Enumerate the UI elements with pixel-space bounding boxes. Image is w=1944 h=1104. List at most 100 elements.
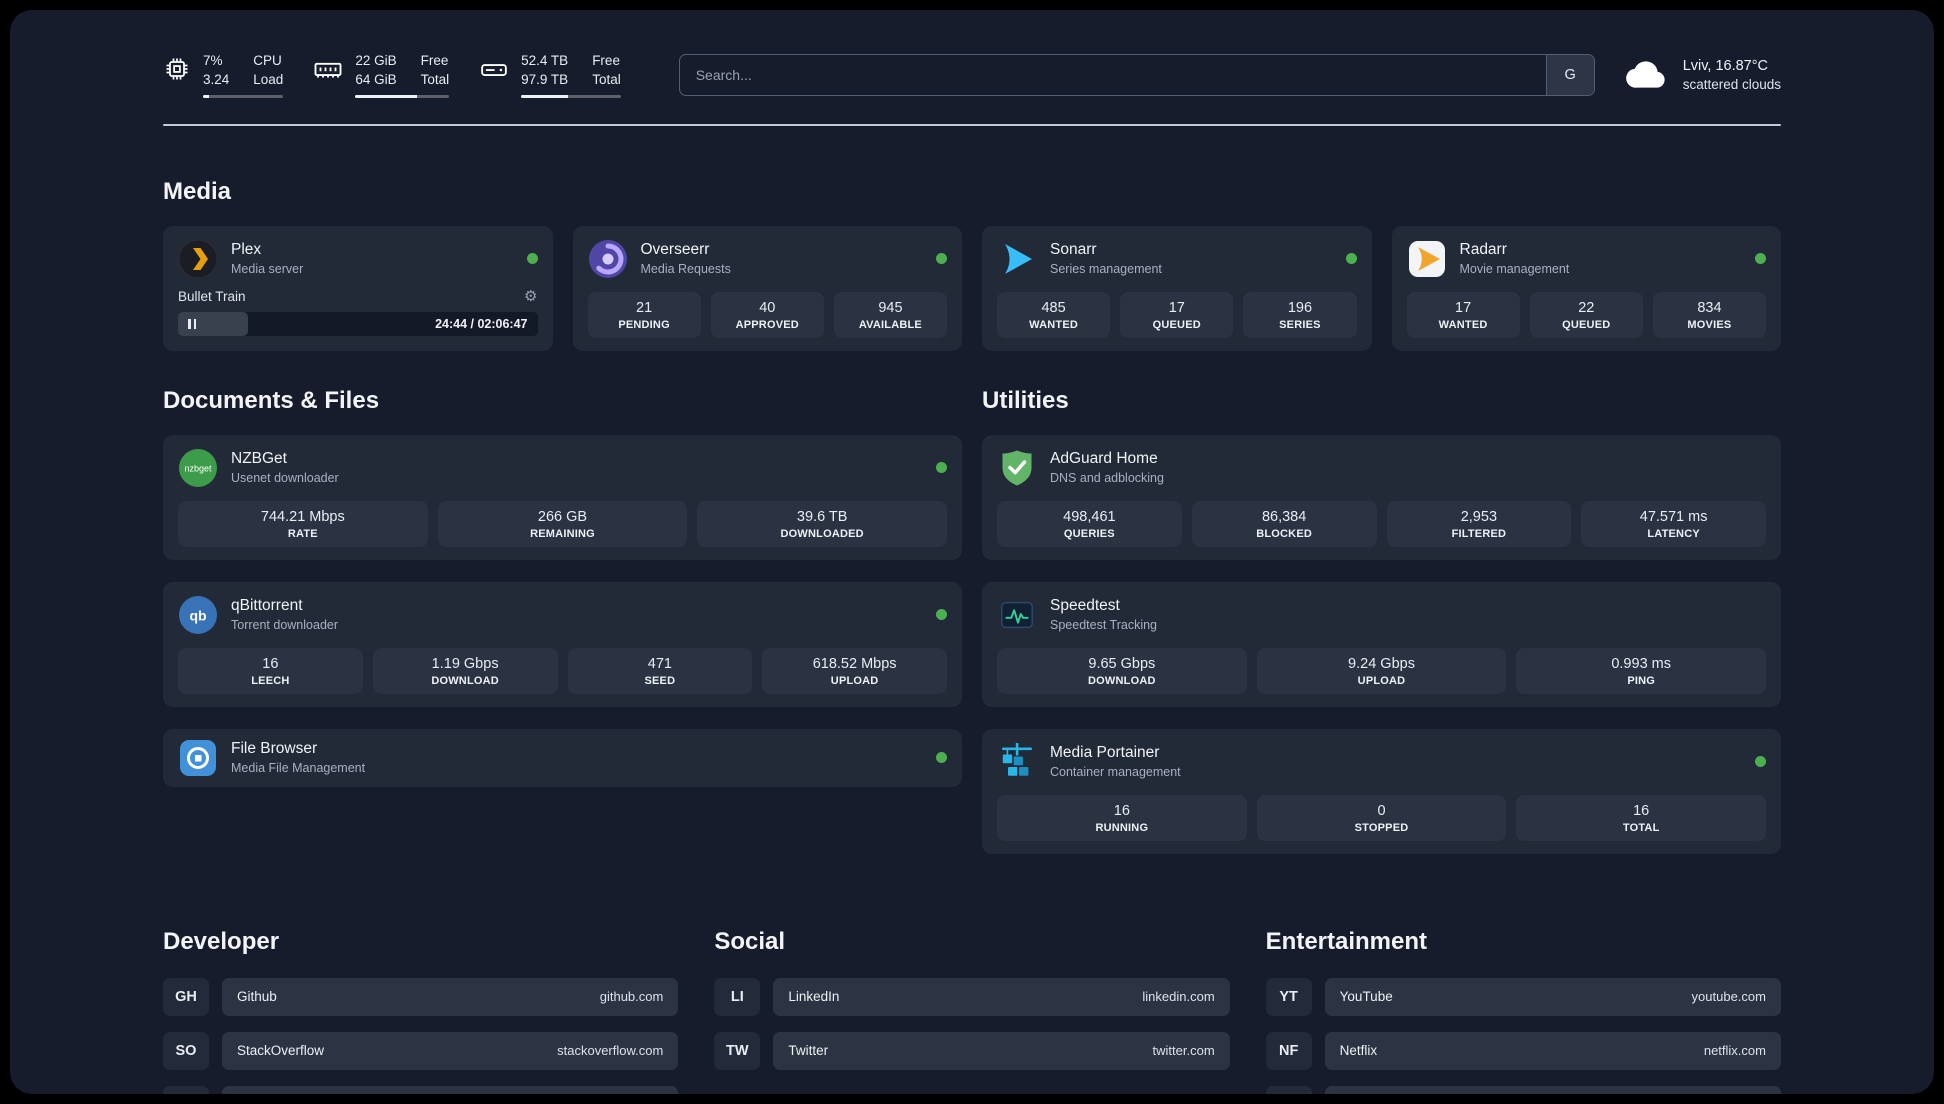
app-card-sonarr[interactable]: Sonarr Series management 485 WANTED 17 Q… xyxy=(982,225,1372,351)
app-name: Speedtest xyxy=(1050,597,1120,615)
storage-usage-bar xyxy=(521,94,621,98)
app-card-speedtest[interactable]: Speedtest Speedtest Tracking 9.65 Gbps D… xyxy=(982,581,1781,707)
middle-columns: Documents & Files nzbget NZBGet Usenet d… xyxy=(163,387,1781,854)
stats-row: 17 WANTED 22 QUEUED 834 MOVIES xyxy=(1406,291,1767,338)
stat-value: 21 xyxy=(636,299,653,316)
section-title-utilities: Utilities xyxy=(982,386,1069,414)
developer-links: Developer GH Github github.com SO StackO… xyxy=(163,928,679,1094)
stat-label: WANTED xyxy=(1029,318,1079,331)
plex-icon xyxy=(178,239,218,279)
link-github[interactable]: GH Github github.com xyxy=(163,977,679,1016)
app-name: File Browser xyxy=(231,740,318,758)
filebrowser-icon xyxy=(178,738,218,778)
cpu-widget: 7% 3.24 CPU Load xyxy=(163,52,284,98)
app-name: Overseerr xyxy=(640,241,710,259)
stat-label: DOWNLOADED xyxy=(780,527,864,540)
link-netflix[interactable]: NF Netflix netflix.com xyxy=(1265,1031,1781,1070)
stat-value: 1.19 Gbps xyxy=(431,655,499,672)
stat-value: 196 xyxy=(1287,299,1313,316)
app-card-qbittorrent[interactable]: qb qBittorrent Torrent downloader 16 LEE… xyxy=(163,581,962,707)
link-url: linkedin.com xyxy=(1142,989,1215,1005)
card-header: Overseerr Media Requests xyxy=(588,239,947,279)
stat-value: 266 GB xyxy=(537,508,588,525)
adguard-shield-icon xyxy=(997,448,1037,488)
memory-free-label: Free xyxy=(420,53,449,68)
app-description: Movie management xyxy=(1459,262,1570,277)
svg-text:nzbget: nzbget xyxy=(184,463,212,473)
card-header: Sonarr Series management xyxy=(997,239,1357,279)
cpu-stats: 7% 3.24 CPU Load xyxy=(203,52,284,98)
stat-value: 2,953 xyxy=(1460,508,1498,525)
stat-label: LEECH xyxy=(251,674,290,687)
link-dev[interactable]: DT DEV dev.to xyxy=(163,1085,679,1094)
cpu-load-label: Load xyxy=(253,71,284,87)
app-card-plex[interactable]: Plex Media server Bullet Train ⚙ 24:44 /… xyxy=(163,225,553,351)
linkedin-abbr-icon: LI xyxy=(714,977,761,1016)
app-card-portainer[interactable]: Media Portainer Container management 16 … xyxy=(982,728,1781,854)
playback-time: 24:44 / 02:06:47 xyxy=(435,316,528,331)
app-name: Media Portainer xyxy=(1050,744,1160,762)
link-youtube[interactable]: YT YouTube youtube.com xyxy=(1265,977,1781,1016)
social-links: Social LI LinkedIn linkedin.com TW Twitt… xyxy=(714,928,1230,1094)
link-linkedin[interactable]: LI LinkedIn linkedin.com xyxy=(714,977,1230,1016)
stat-value: 834 xyxy=(1697,299,1722,316)
search-bar: G xyxy=(678,53,1595,96)
app-titles: File Browser Media File Management xyxy=(231,740,365,775)
stat-wanted: 17 WANTED xyxy=(1406,291,1520,338)
memory-stats: 22 GiB 64 GiB Free Total xyxy=(355,52,450,98)
entertainment-links: Entertainment YT YouTube youtube.com NF … xyxy=(1265,928,1781,1094)
storage-stats: 52.4 TB 97.9 TB Free Total xyxy=(521,52,621,98)
stat-series: 196 SERIES xyxy=(1243,291,1357,338)
stat-downloaded: 39.6 TB DOWNLOADED xyxy=(697,500,948,547)
netflix-abbr-icon: NF xyxy=(1265,1031,1312,1070)
app-card-overseerr[interactable]: Overseerr Media Requests 21 PENDING 40 A… xyxy=(572,225,962,351)
app-description: Media File Management xyxy=(231,761,366,776)
links-grid: Developer GH Github github.com SO StackO… xyxy=(163,928,1781,1094)
stat-movies: 834 MOVIES xyxy=(1652,291,1767,338)
stackoverflow-abbr-icon: SO xyxy=(163,1031,209,1070)
link-bar: Netflix netflix.com xyxy=(1324,1031,1781,1070)
status-dot xyxy=(1345,253,1357,265)
stat-label: RATE xyxy=(287,527,318,540)
link-url: stackoverflow.com xyxy=(557,1043,664,1059)
stats-row: 21 PENDING 40 APPROVED 945 AVAILABLE xyxy=(587,291,948,338)
content-container: 7% 3.24 CPU Load 22 GiB 64 GiB Free Tota… xyxy=(163,52,1781,1094)
dashboard-panel: 7% 3.24 CPU Load 22 GiB 64 GiB Free Tota… xyxy=(10,10,1934,1094)
card-header: Media Portainer Container management xyxy=(997,742,1766,782)
app-card-filebrowser[interactable]: File Browser Media File Management xyxy=(163,728,962,787)
radarr-icon xyxy=(1407,239,1447,279)
section-title-media: Media xyxy=(163,177,232,205)
stat-label: QUEUED xyxy=(1152,318,1201,331)
link-stackoverflow[interactable]: SO StackOverflow stackoverflow.com xyxy=(163,1031,679,1070)
link-reddit[interactable]: RE Reddit reddit.com xyxy=(1265,1085,1781,1094)
app-card-nzbget[interactable]: nzbget NZBGet Usenet downloader 744.21 M… xyxy=(163,434,962,560)
stat-value: 9.65 Gbps xyxy=(1088,655,1156,672)
weather-text: Lviv, 16.87°C scattered clouds xyxy=(1683,58,1781,92)
stat-seed: 471 SEED xyxy=(567,647,753,694)
search-input[interactable] xyxy=(679,54,1546,95)
memory-icon xyxy=(313,55,343,85)
stat-queued: 22 QUEUED xyxy=(1529,291,1643,338)
app-description: Torrent downloader xyxy=(231,618,339,633)
status-dot xyxy=(936,609,947,621)
link-twitter[interactable]: TW Twitter twitter.com xyxy=(714,1031,1230,1070)
link-url: youtube.com xyxy=(1691,989,1766,1005)
link-name: Twitter xyxy=(788,1043,829,1059)
link-name: YouTube xyxy=(1339,989,1393,1005)
storage-widget: 52.4 TB 97.9 TB Free Total xyxy=(479,52,621,98)
app-card-adguard[interactable]: AdGuard Home DNS and adblocking 498,461 … xyxy=(982,434,1781,560)
stats-row: 498,461 QUERIES 86,384 BLOCKED 2,953 FIL… xyxy=(997,500,1766,547)
stat-value: 17 xyxy=(1168,299,1185,316)
app-card-radarr[interactable]: Radarr Movie management 17 WANTED 22 QUE… xyxy=(1391,225,1781,351)
cpu-label: CPU xyxy=(253,53,282,68)
app-name: Plex xyxy=(231,241,262,259)
gear-icon[interactable]: ⚙ xyxy=(524,289,537,304)
stat-wanted: 485 WANTED xyxy=(997,291,1111,338)
stat-remaining: 266 GB REMAINING xyxy=(437,500,688,547)
stats-row: 9.65 Gbps DOWNLOAD 9.24 Gbps UPLOAD 0.99… xyxy=(997,647,1767,694)
stat-value: 945 xyxy=(878,299,903,316)
link-bar: DEV dev.to xyxy=(222,1085,679,1094)
link-name: Github xyxy=(237,989,277,1005)
weather-location: Lviv, 16.87°C xyxy=(1682,57,1769,74)
search-engine-button[interactable]: G xyxy=(1545,54,1594,95)
